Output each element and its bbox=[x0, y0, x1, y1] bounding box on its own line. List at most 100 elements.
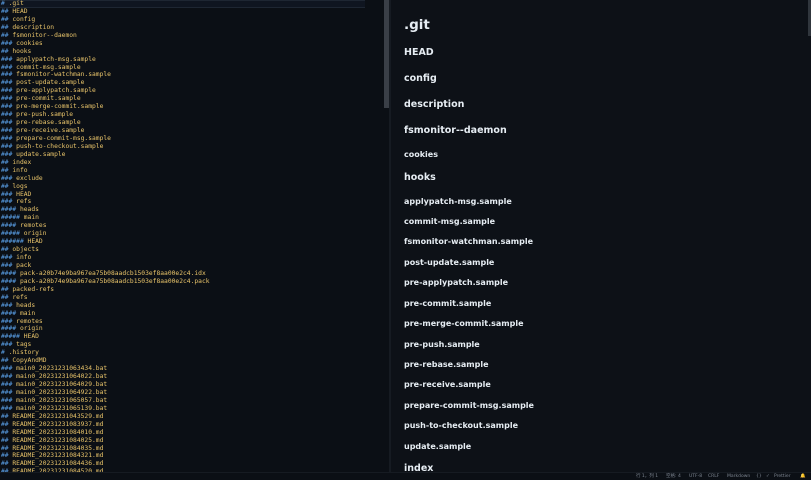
preview-heading: config bbox=[404, 73, 437, 84]
editor-line[interactable]: ## packed-refs bbox=[0, 286, 384, 294]
editor-line[interactable]: #### pack-a20b74e9ba967ea75b08aadcb1503e… bbox=[0, 270, 384, 278]
heading-marker: ### bbox=[1, 373, 17, 381]
heading-marker: ## bbox=[1, 182, 13, 190]
editor-line[interactable]: ## refs bbox=[0, 294, 384, 302]
editor-line[interactable]: #### origin bbox=[0, 325, 384, 333]
heading-text: .git bbox=[8, 0, 24, 7]
editor-line[interactable]: ## HEAD bbox=[0, 8, 384, 16]
preview-scrollbar[interactable] bbox=[807, 0, 811, 472]
heading-marker: ## bbox=[1, 47, 13, 55]
check-icon[interactable]: ✓ bbox=[766, 473, 770, 480]
heading-text: HEAD bbox=[27, 238, 43, 246]
cursor-position[interactable]: 行 1，列 1 bbox=[636, 473, 658, 480]
editor-line[interactable]: ### push-to-checkout.sample bbox=[0, 143, 384, 151]
editor-line[interactable]: #### main bbox=[0, 310, 384, 318]
language-mode[interactable]: Markdown bbox=[727, 473, 750, 480]
notifications-bell-icon[interactable]: 🔔 bbox=[800, 473, 806, 480]
heading-marker: ### bbox=[1, 63, 17, 71]
braces-icon[interactable]: {} bbox=[756, 473, 762, 480]
editor-line[interactable]: ## objects bbox=[0, 246, 384, 254]
editor-line[interactable]: ## hooks bbox=[0, 48, 384, 56]
heading-text: cookies bbox=[16, 39, 43, 47]
heading-marker: # bbox=[1, 349, 9, 357]
heading-text: main0_20231231064022.bat bbox=[16, 373, 108, 381]
heading-marker: ### bbox=[1, 254, 17, 261]
editor-line[interactable]: ##### origin bbox=[0, 230, 384, 238]
editor-line[interactable]: ### main0_20231231064922.bat bbox=[0, 389, 384, 397]
editor-line[interactable]: ##### main bbox=[0, 214, 384, 222]
editor-line[interactable]: ### commit-msg.sample bbox=[0, 64, 384, 72]
heading-marker: ## bbox=[1, 452, 13, 460]
heading-marker: ## bbox=[1, 412, 13, 420]
editor-line[interactable]: ### prepare-commit-msg.sample bbox=[0, 135, 384, 143]
editor-line[interactable]: ## README_20231231084321.md bbox=[0, 452, 384, 460]
editor-line[interactable]: ### main0_20231231065057.bat bbox=[0, 397, 384, 405]
editor-line[interactable]: ## README_20231231084010.md bbox=[0, 429, 384, 437]
indentation-setting[interactable]: 空格: 4 bbox=[666, 473, 681, 480]
editor-line[interactable]: ### main0_20231231064022.bat bbox=[0, 373, 384, 381]
editor-line[interactable]: ## README_20231231084035.md bbox=[0, 445, 384, 453]
editor-line[interactable]: ### applypatch-msg.sample bbox=[0, 56, 384, 64]
editor-line[interactable]: #### remotes bbox=[0, 222, 384, 230]
editor-line[interactable]: #### heads bbox=[0, 206, 384, 214]
formatter-status[interactable]: Prettier bbox=[774, 473, 791, 480]
editor-line[interactable]: ### fsmonitor-watchman.sample bbox=[0, 71, 384, 79]
editor-line[interactable]: ### refs bbox=[0, 198, 384, 206]
editor-line[interactable]: ## config bbox=[0, 16, 384, 24]
encoding-setting[interactable]: UTF-8 bbox=[689, 473, 702, 480]
editor-line[interactable]: #### pack-a20b74e9ba967ea75b08aadcb1503e… bbox=[0, 278, 384, 286]
editor-line[interactable]: ###### HEAD bbox=[0, 238, 384, 246]
eol-setting[interactable]: CRLF bbox=[708, 473, 719, 480]
editor-line[interactable]: ### cookies bbox=[0, 40, 384, 48]
preview-heading: pre-receive.sample bbox=[404, 380, 491, 389]
editor-line[interactable]: ### pre-receive.sample bbox=[0, 127, 384, 135]
preview-heading: fsmonitor--daemon bbox=[404, 125, 507, 136]
editor-line[interactable]: # .history bbox=[0, 349, 384, 357]
editor-line[interactable]: ### pre-merge-commit.sample bbox=[0, 103, 384, 111]
editor-line[interactable]: ### exclude bbox=[0, 175, 384, 183]
editor-line[interactable]: ### main0_20231231065139.bat bbox=[0, 405, 384, 413]
editor-line[interactable]: ## info bbox=[0, 167, 384, 175]
editor-line[interactable]: ## index bbox=[0, 159, 384, 167]
heading-marker: ## bbox=[1, 23, 13, 31]
editor-line[interactable]: ## README_20231231084025.md bbox=[0, 437, 384, 445]
editor-line[interactable]: ### tags bbox=[0, 341, 384, 349]
editor-line[interactable]: ### pre-push.sample bbox=[0, 111, 384, 119]
editor-line[interactable]: ### update.sample bbox=[0, 151, 384, 159]
editor-line[interactable]: ## README_20231231084436.md bbox=[0, 460, 384, 468]
heading-marker: ### bbox=[1, 127, 17, 134]
editor-line[interactable]: ### remotes bbox=[0, 318, 384, 326]
heading-text: origin bbox=[23, 230, 47, 238]
editor-line[interactable]: ### post-update.sample bbox=[0, 79, 384, 87]
markdown-editor[interactable]: # .git ## HEAD ## config ## description ## f… bbox=[0, 0, 384, 472]
editor-line[interactable]: ### main0_20231231064029.bat bbox=[0, 381, 384, 389]
editor-line[interactable]: ## README_20231231043529.md bbox=[0, 413, 384, 421]
heading-marker: ### bbox=[1, 301, 17, 309]
heading-text: heads bbox=[16, 301, 36, 309]
heading-marker: ## bbox=[1, 428, 13, 436]
editor-line[interactable]: ## logs bbox=[0, 183, 384, 191]
heading-text: main0_20231231063434.bat bbox=[16, 365, 108, 373]
heading-text: HEAD bbox=[16, 190, 32, 198]
heading-marker: ## bbox=[1, 444, 13, 452]
editor-line[interactable]: ### pre-applypatch.sample bbox=[0, 87, 384, 95]
preview-heading: fsmonitor-watchman.sample bbox=[404, 237, 534, 246]
heading-text: exclude bbox=[16, 174, 43, 182]
editor-line[interactable]: # .git bbox=[0, 0, 365, 8]
editor-line[interactable]: ## CopyAndMD bbox=[0, 357, 384, 365]
editor-line[interactable]: ## description bbox=[0, 24, 384, 32]
heading-marker: ### bbox=[1, 103, 17, 111]
editor-line[interactable]: ##### HEAD bbox=[0, 333, 384, 341]
editor-line[interactable]: ### pre-rebase.sample bbox=[0, 119, 384, 127]
preview-heading: description bbox=[404, 99, 465, 110]
editor-line[interactable]: ### pack bbox=[0, 262, 384, 270]
editor-line[interactable]: ### pre-commit.sample bbox=[0, 95, 384, 103]
editor-line[interactable]: ### info bbox=[0, 254, 384, 262]
editor-line[interactable]: ### heads bbox=[0, 302, 384, 310]
editor-line[interactable]: ## README_20231231083937.md bbox=[0, 421, 384, 429]
editor-line[interactable]: ## fsmonitor--daemon bbox=[0, 32, 384, 40]
heading-marker: ## bbox=[1, 246, 13, 254]
editor-line[interactable]: ### HEAD bbox=[0, 191, 384, 199]
editor-line[interactable]: ### main0_20231231063434.bat bbox=[0, 365, 384, 373]
heading-text: main0_20231231064029.bat bbox=[16, 381, 108, 388]
